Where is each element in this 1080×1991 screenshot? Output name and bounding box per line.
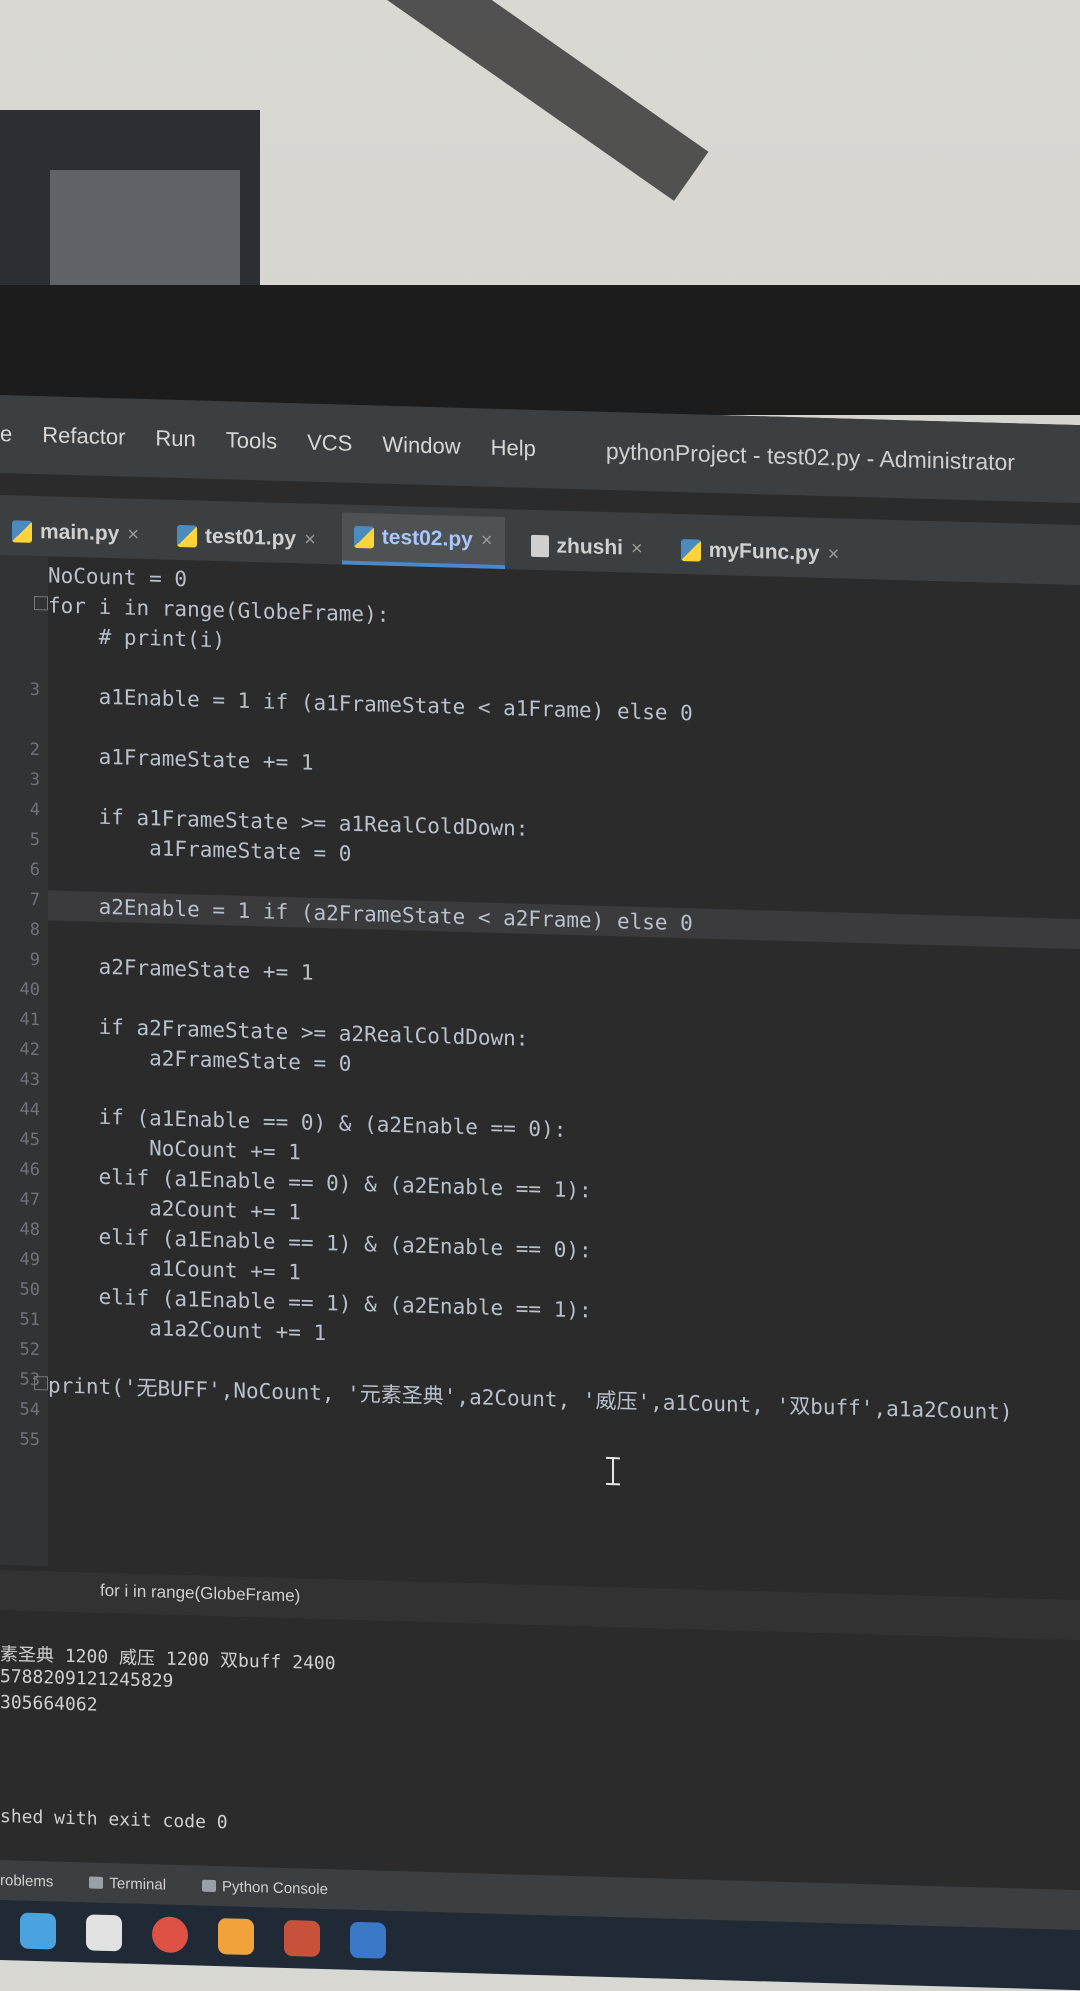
close-icon[interactable]: × <box>481 529 493 552</box>
python-file-icon <box>353 525 374 549</box>
code-line: # print(i) <box>48 623 226 653</box>
console-line: 5788209121245829 <box>0 1666 174 1692</box>
line-number: 54 <box>19 1399 40 1421</box>
line-number: 4 <box>29 799 40 821</box>
python-console-icon <box>202 1879 217 1893</box>
tab-label: myFunc.py <box>708 538 820 565</box>
line-number: 3 <box>29 769 40 791</box>
line-number: 3 <box>29 679 40 701</box>
code-line: a2FrameState += 1 <box>48 953 314 985</box>
line-number: 41 <box>19 1009 40 1031</box>
console-line: shed with exit code 0 <box>0 1806 228 1834</box>
line-number: 7 <box>29 889 40 911</box>
tab-test02-py[interactable]: test02.py × <box>341 512 505 570</box>
tool-window-label: Terminal <box>109 1874 167 1894</box>
current-code-line: a2Enable = 1 if (a2FrameState < a2Frame)… <box>48 890 1080 950</box>
close-icon[interactable]: × <box>304 528 316 551</box>
tab-main-py[interactable]: main.py × <box>0 507 151 559</box>
line-number: 5 <box>29 829 40 851</box>
line-number: 48 <box>19 1219 40 1241</box>
terminal-icon <box>89 1876 104 1889</box>
tab-label: main.py <box>40 520 120 546</box>
app-icon[interactable] <box>350 1921 386 1959</box>
line-number-gutter: 3 2 3 4 5 6 7 8 9 40 41 42 43 44 45 46 4… <box>0 555 48 1567</box>
menu-item-tools[interactable]: Tools <box>226 427 277 454</box>
code-editor[interactable]: NoCount = 0 for i in range(GlobeFrame): … <box>34 556 1080 1596</box>
line-number: 49 <box>19 1249 40 1271</box>
line-number: 42 <box>19 1039 40 1061</box>
tool-window-problems[interactable]: roblems <box>0 1872 53 1890</box>
line-number: 46 <box>19 1159 40 1181</box>
line-number: 44 <box>19 1099 40 1121</box>
tab-zhushi[interactable]: zhushi × <box>519 521 655 573</box>
menu-item-window[interactable]: Window <box>382 432 460 460</box>
menu-item-run[interactable]: Run <box>155 425 195 452</box>
python-file-icon <box>12 520 32 543</box>
code-line: a1FrameState += 1 <box>48 743 314 775</box>
menu-item-file[interactable]: e <box>0 421 12 447</box>
room-wall <box>0 110 260 310</box>
tab-myfunc-py[interactable]: myFunc.py × <box>669 526 852 579</box>
store-icon[interactable] <box>86 1914 122 1952</box>
close-icon[interactable]: × <box>127 523 139 546</box>
menu-item-refactor[interactable]: Refactor <box>42 422 125 450</box>
monitor-bezel <box>0 285 1080 415</box>
line-number: 52 <box>19 1339 40 1361</box>
console-line: 305664062 <box>0 1692 98 1716</box>
close-icon[interactable]: × <box>828 543 840 566</box>
line-number: 6 <box>29 859 40 881</box>
run-console[interactable]: 素圣典 1200 威压 1200 双buff 2400 578820912124… <box>0 1630 1080 1891</box>
line-number: 8 <box>29 919 40 941</box>
line-number: 55 <box>19 1429 40 1451</box>
fold-marker-icon[interactable] <box>34 1375 48 1391</box>
menu-item-help[interactable]: Help <box>491 435 536 462</box>
line-number: 2 <box>29 739 40 761</box>
tab-test01-py[interactable]: test01.py × <box>165 512 328 565</box>
line-number: 9 <box>29 949 40 971</box>
tool-window-terminal[interactable]: Terminal <box>89 1874 166 1893</box>
line-number: 45 <box>19 1129 40 1151</box>
python-file-icon <box>177 524 198 548</box>
notes-icon[interactable] <box>218 1918 254 1956</box>
tool-window-python-console[interactable]: Python Console <box>202 1877 328 1898</box>
line-number: 51 <box>19 1309 40 1331</box>
browser-icon[interactable] <box>152 1916 188 1954</box>
code-line: a1Enable = 1 if (a1FrameState < a1Frame)… <box>48 683 693 726</box>
close-icon[interactable]: × <box>631 537 643 560</box>
code-line: print('无BUFF',NoCount, '元素圣典',a2Count, '… <box>48 1373 1013 1425</box>
line-number: 40 <box>19 979 40 1001</box>
tool-window-label: Python Console <box>222 1877 328 1898</box>
line-number: 47 <box>19 1189 40 1211</box>
breadcrumb-item[interactable]: for i in range(GlobeFrame) <box>100 1581 300 1607</box>
tab-label: test01.py <box>205 524 297 551</box>
tool-window-label: roblems <box>0 1871 54 1890</box>
line-number: 50 <box>19 1279 40 1301</box>
tab-label: zhushi <box>556 534 624 560</box>
app-icon[interactable] <box>284 1919 320 1957</box>
code-line: a1a2Count += 1 <box>48 1313 327 1346</box>
window-title: pythonProject - test02.py - Administrato… <box>605 437 1015 475</box>
line-number: 43 <box>19 1069 40 1091</box>
app-icon[interactable] <box>20 1912 56 1950</box>
python-file-icon <box>680 539 701 562</box>
text-cursor-icon <box>612 1457 614 1486</box>
fold-marker-icon[interactable] <box>34 595 48 611</box>
text-file-icon <box>530 534 549 558</box>
tab-label: test02.py <box>381 525 473 552</box>
ide-screen: e Refactor Run Tools VCS Window Help pyt… <box>0 395 1080 1991</box>
menu-item-vcs[interactable]: VCS <box>307 430 352 457</box>
ceiling-beam <box>330 0 709 201</box>
code-line: NoCount = 0 <box>48 563 188 592</box>
